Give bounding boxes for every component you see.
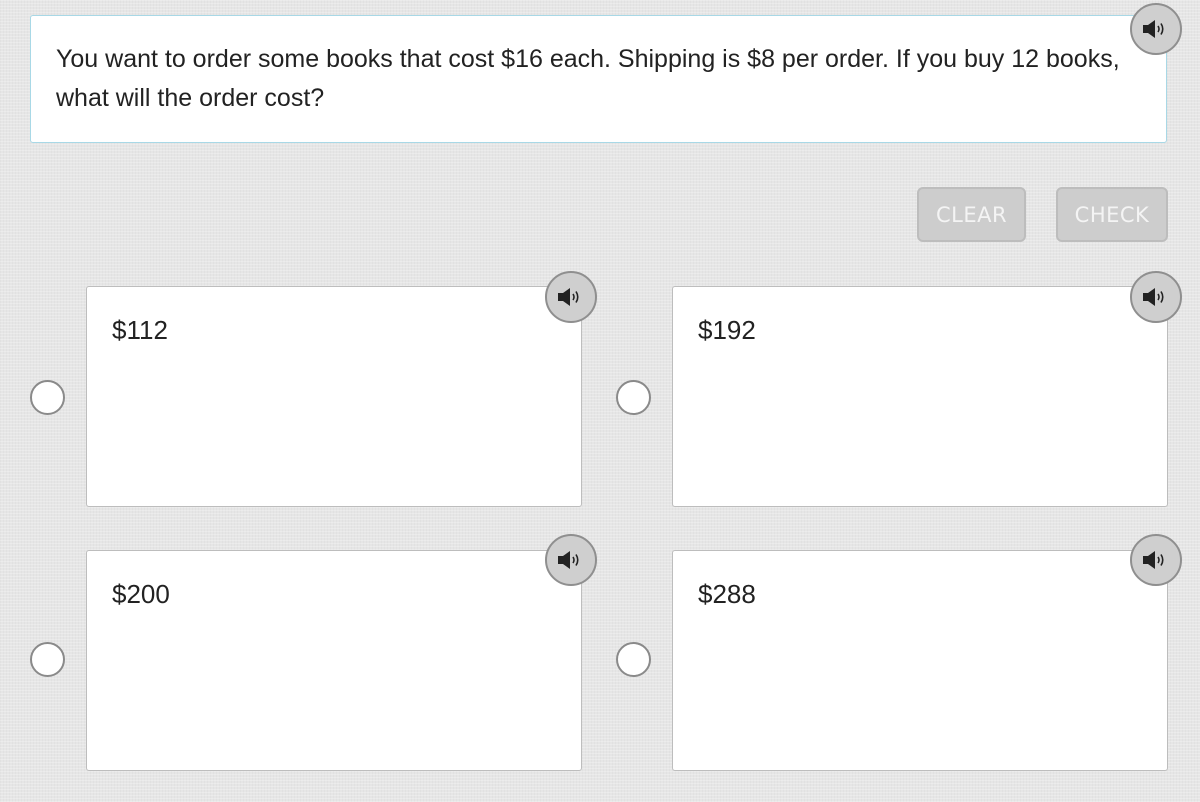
speaker-icon: [1143, 20, 1164, 38]
choice-card-4[interactable]: $288: [672, 550, 1168, 771]
choice-label-2: $192: [698, 315, 756, 345]
speaker-icon: [1143, 551, 1164, 569]
choice-radio-2[interactable]: [616, 380, 651, 415]
choice-radio-1[interactable]: [30, 380, 65, 415]
clear-button[interactable]: CLEAR: [917, 187, 1026, 242]
choice-radio-3[interactable]: [30, 642, 65, 677]
choice-audio-button-3[interactable]: [545, 534, 597, 586]
choice-audio-button-4[interactable]: [1130, 534, 1182, 586]
question-box: You want to order some books that cost $…: [30, 15, 1167, 143]
choice-card-3[interactable]: $200: [86, 550, 582, 771]
speaker-icon: [558, 288, 579, 306]
check-button[interactable]: CHECK: [1056, 187, 1168, 242]
choice-card-1[interactable]: $112: [86, 286, 582, 507]
speaker-icon: [558, 551, 579, 569]
choice-label-4: $288: [698, 579, 756, 609]
choice-label-3: $200: [112, 579, 170, 609]
speaker-icon: [1143, 288, 1164, 306]
choice-audio-button-1[interactable]: [545, 271, 597, 323]
choice-card-2[interactable]: $192: [672, 286, 1168, 507]
choice-audio-button-2[interactable]: [1130, 271, 1182, 323]
choice-radio-4[interactable]: [616, 642, 651, 677]
question-text: You want to order some books that cost $…: [56, 45, 1120, 112]
question-audio-button[interactable]: [1130, 3, 1182, 55]
choice-label-1: $112: [112, 315, 168, 345]
